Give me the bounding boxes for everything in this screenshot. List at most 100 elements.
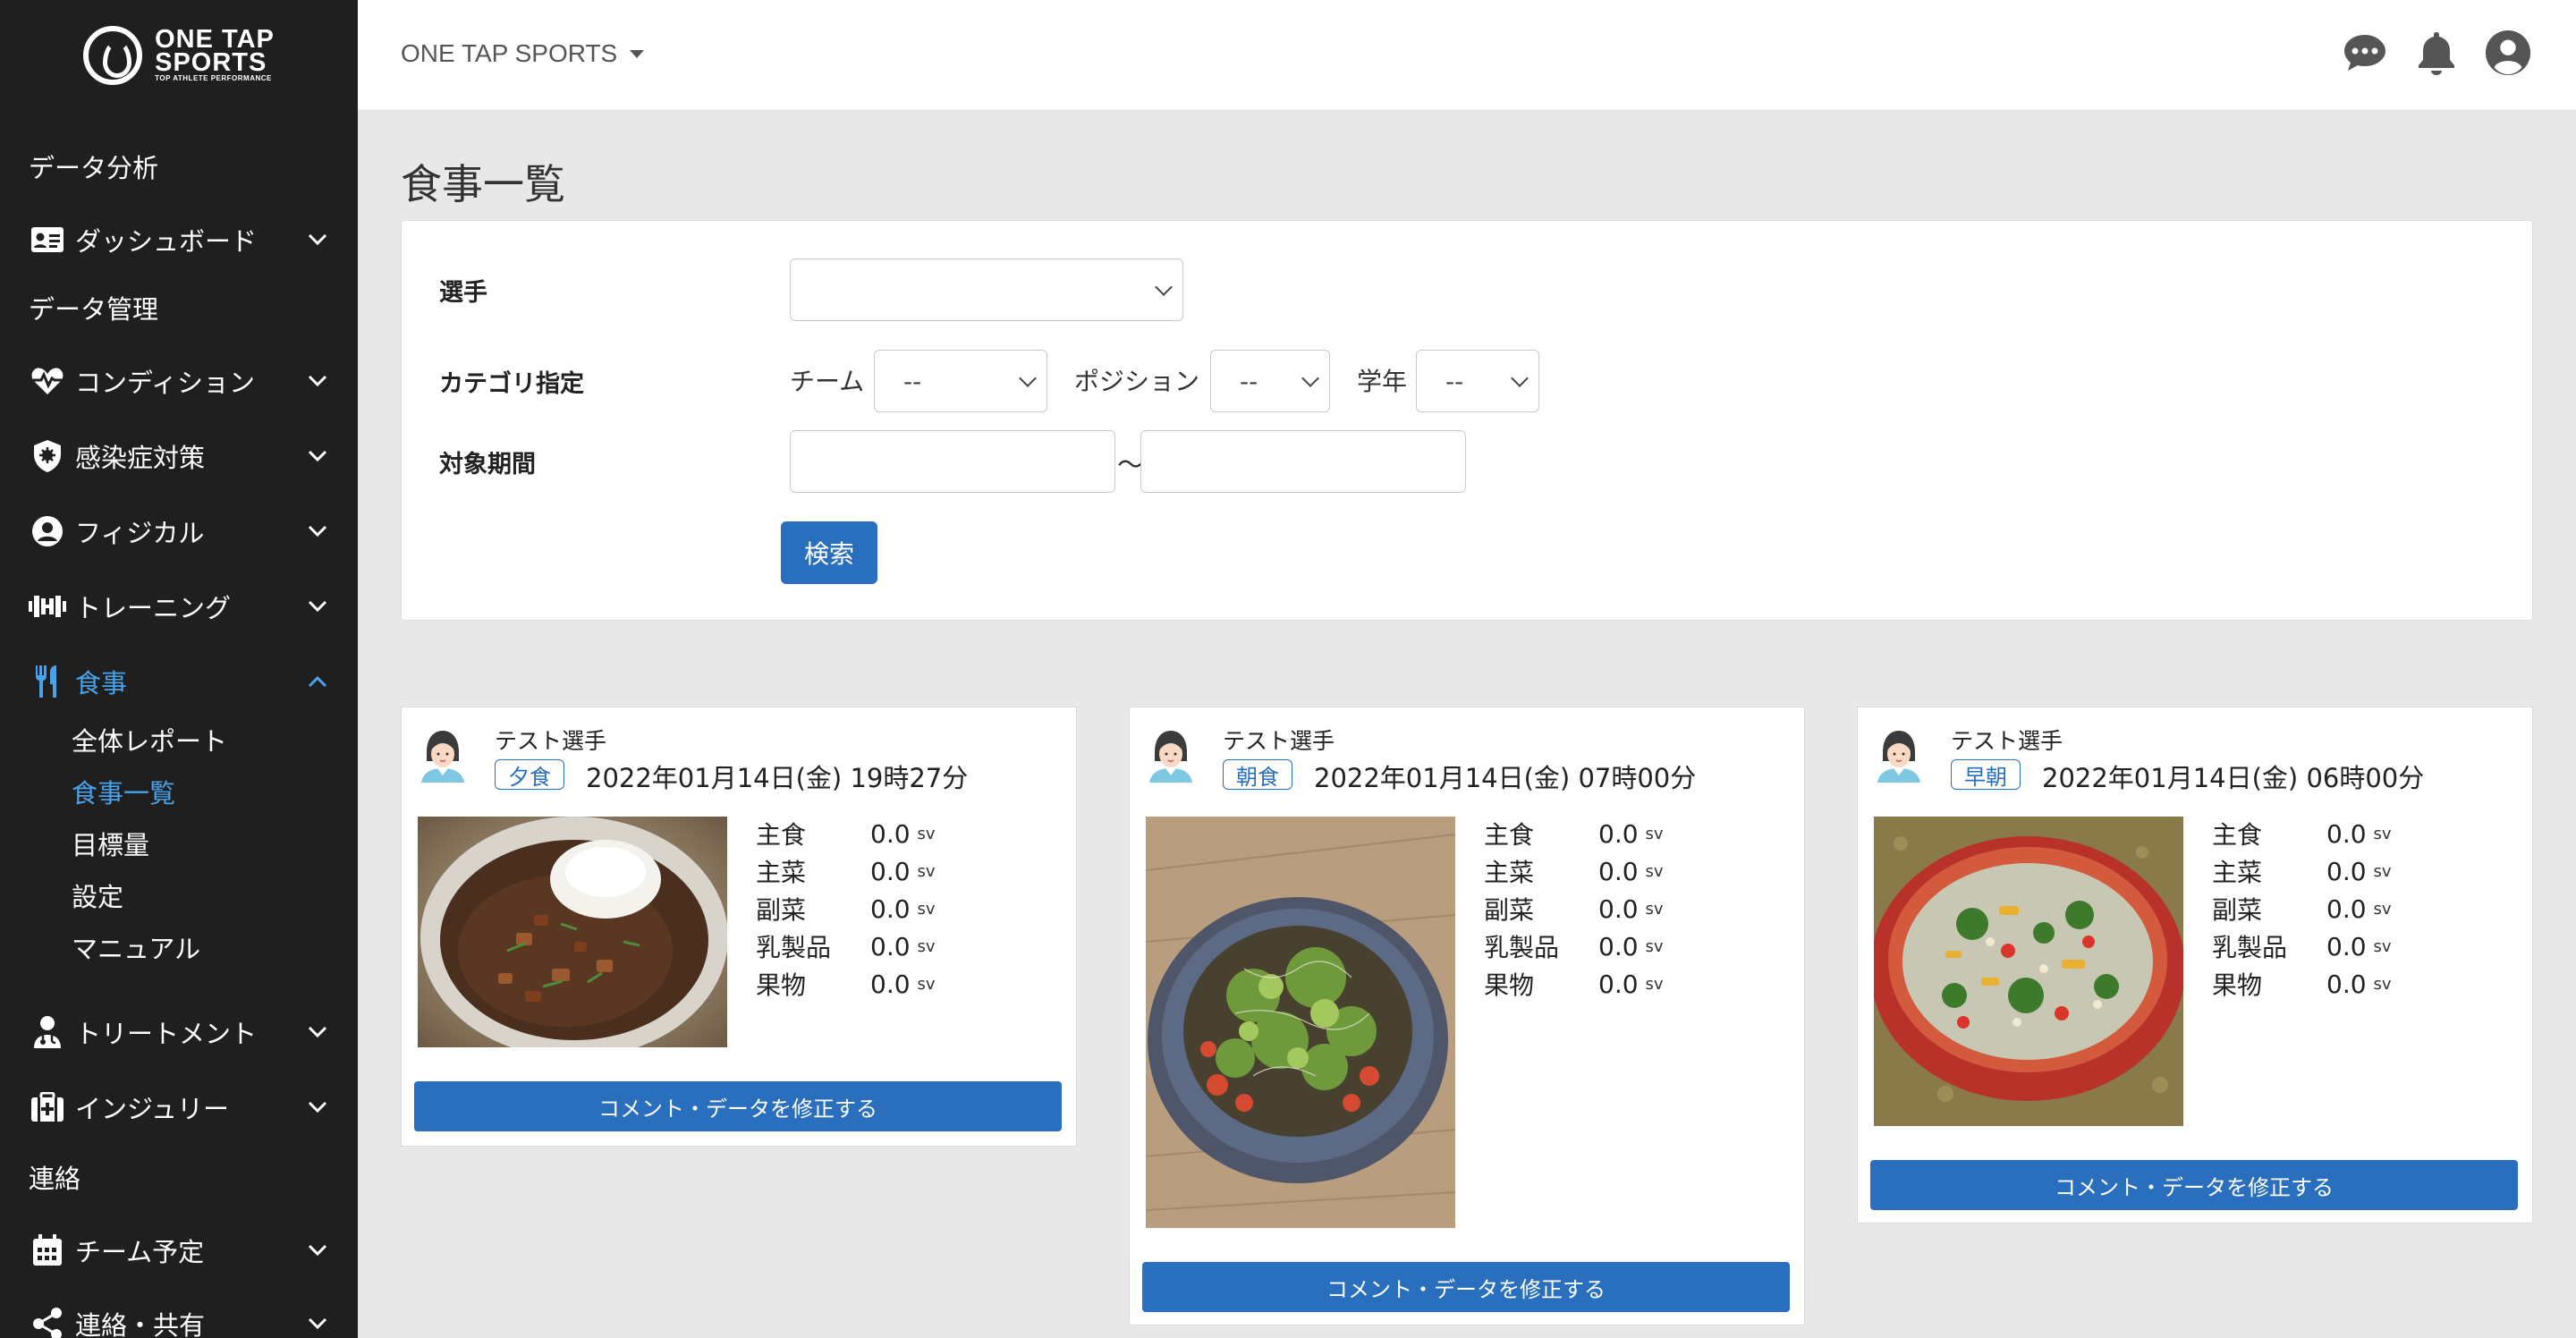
sidebar-item-label: 食事 — [75, 668, 128, 699]
logo-line-2: SPORTS — [155, 48, 267, 77]
nutrient-list: 主食 0.0 sv 主菜 0.0 sv 副菜 0.0 sv 乳製品 0.0 sv 果物 0.0 sv — [756, 815, 936, 1003]
chat-icon[interactable] — [2342, 27, 2388, 79]
utensils-icon — [29, 663, 66, 700]
edit-comment-data-button[interactable]: コメント・データを修正する — [1870, 1160, 2518, 1210]
nutrient-row: 主食 0.0 sv — [756, 818, 936, 851]
nutrient-row: 乳製品 0.0 sv — [1484, 931, 1664, 963]
sidebar-item-label: ダッシュボード — [75, 226, 258, 257]
meal-card: テスト選手 夕食 2022年01月14日(金) 19時27分 主食 0.0 sv 主… — [401, 707, 1077, 1147]
chevron-down-icon — [304, 226, 331, 253]
chevron-down-icon — [1155, 278, 1173, 296]
sidebar-subitem-settings[interactable]: 設定 — [72, 876, 123, 914]
sidebar-item-share[interactable]: 連絡・共有 — [0, 1304, 358, 1338]
sidebar-item-dashboard[interactable]: ダッシュボード — [0, 220, 358, 259]
sidebar-item-label: データ管理 — [29, 294, 159, 325]
nutrient-row: 副菜 0.0 sv — [2212, 893, 2392, 926]
sidebar-item-label: 連絡 — [29, 1164, 81, 1194]
position-select[interactable]: -- — [1210, 350, 1330, 412]
soba-salad-photo[interactable] — [1146, 817, 1455, 1228]
team-dropdown-label: ONE TAP SPORTS — [401, 39, 618, 67]
user-circle-icon — [29, 512, 66, 550]
sidebar: ONE TAP SPORTS TOP ATHLETE PERFORMANCE デ… — [0, 0, 358, 1338]
player-select[interactable] — [790, 258, 1183, 321]
sidebar-item-label: フィジカル — [75, 518, 205, 548]
nutrient-row: 副菜 0.0 sv — [756, 893, 936, 926]
player-label: 選手 — [439, 279, 487, 307]
id-card-icon — [29, 221, 66, 258]
sidebar-item-contact[interactable]: 連絡 — [0, 1157, 358, 1197]
sidebar-item-physical[interactable]: フィジカル — [0, 512, 358, 551]
nutrient-row: 主菜 0.0 sv — [756, 856, 936, 888]
position-label: ポジション — [1074, 367, 1200, 396]
edit-comment-data-button[interactable]: コメント・データを修正する — [1142, 1262, 1790, 1312]
team-label: チーム — [790, 367, 865, 396]
sidebar-item-label: 連絡・共有 — [75, 1310, 206, 1338]
player-name: テスト選手 — [1223, 728, 1335, 754]
heart-pulse-icon — [29, 362, 66, 400]
sidebar-item-training[interactable]: トレーニング — [0, 587, 358, 626]
sidebar-item-data-analysis[interactable]: データ分析 — [0, 147, 358, 186]
sidebar-item-label: チーム予定 — [75, 1237, 205, 1267]
meal-datetime: 2022年01月14日(金) 07時00分 — [1314, 763, 1697, 793]
curry-rice-photo[interactable] — [418, 817, 727, 1047]
search-panel: 選手 カテゴリ指定 チーム -- ポジション -- 学年 -- 対象期間 〜 検… — [401, 220, 2533, 621]
chevron-down-icon — [304, 1310, 331, 1337]
salad-bowl-photo[interactable] — [1874, 817, 2183, 1126]
sidebar-subitem-overall-report[interactable]: 全体レポート — [72, 721, 227, 758]
sidebar-item-team-schedule[interactable]: チーム予定 — [0, 1231, 358, 1270]
nutrient-row: 主菜 0.0 sv — [2212, 856, 2392, 888]
meal-datetime: 2022年01月14日(金) 06時00分 — [2042, 763, 2425, 793]
team-select[interactable]: -- — [874, 350, 1047, 412]
team-dropdown[interactable]: ONE TAP SPORTS — [401, 39, 645, 68]
nutrient-row: 乳製品 0.0 sv — [756, 931, 936, 963]
meal-datetime: 2022年01月14日(金) 19時27分 — [586, 763, 969, 793]
meal-type-badge: 朝食 — [1223, 759, 1292, 790]
app-logo[interactable]: ONE TAP SPORTS TOP ATHLETE PERFORMANCE — [0, 0, 358, 111]
position-select-value: -- — [1240, 366, 1258, 396]
sidebar-item-meals[interactable]: 食事 — [0, 662, 358, 701]
chevron-down-icon — [304, 443, 331, 470]
player-avatar — [1870, 725, 1928, 783]
nutrient-row: 副菜 0.0 sv — [1484, 893, 1664, 926]
player-avatar — [414, 725, 471, 783]
search-button[interactable]: 検索 — [781, 521, 877, 584]
sidebar-subitem-targets[interactable]: 目標量 — [72, 825, 149, 862]
period-end-input[interactable] — [1140, 430, 1466, 493]
chevron-down-icon — [304, 368, 331, 394]
sidebar-item-injury[interactable]: インジュリー — [0, 1088, 358, 1127]
sidebar-subitem-manual[interactable]: マニュアル — [72, 928, 200, 966]
caret-down-icon — [630, 49, 645, 58]
grade-select[interactable]: -- — [1416, 350, 1539, 412]
period-start-input[interactable] — [790, 430, 1115, 493]
account-icon[interactable] — [2485, 27, 2531, 79]
bell-icon[interactable] — [2413, 27, 2460, 79]
grade-select-value: -- — [1445, 366, 1464, 396]
sidebar-item-treatment[interactable]: トリートメント — [0, 1012, 358, 1052]
edit-comment-data-button[interactable]: コメント・データを修正する — [414, 1081, 1062, 1131]
sidebar-item-infection-control[interactable]: 感染症対策 — [0, 436, 358, 476]
dumbbell-icon — [29, 588, 66, 625]
chevron-down-icon — [304, 1094, 331, 1121]
chevron-down-icon — [1511, 369, 1529, 387]
first-aid-icon — [29, 1088, 66, 1126]
sidebar-subitem-meal-list[interactable]: 食事一覧 — [72, 773, 175, 810]
chevron-down-icon — [1301, 369, 1319, 387]
sidebar-item-label: コンディション — [75, 368, 255, 398]
player-name: テスト選手 — [1951, 728, 2063, 754]
chevron-up-icon — [304, 668, 331, 695]
page-title: 食事一覧 — [401, 160, 565, 208]
meal-type-badge: 早朝 — [1951, 759, 2021, 790]
virus-shield-icon — [29, 437, 66, 475]
chevron-down-icon — [304, 518, 331, 545]
chevron-down-icon — [304, 1019, 331, 1046]
team-select-value: -- — [903, 366, 922, 396]
category-label: カテゴリ指定 — [439, 370, 584, 398]
player-avatar — [1142, 725, 1199, 783]
logo-tagline: TOP ATHLETE PERFORMANCE — [155, 74, 272, 82]
sidebar-item-condition[interactable]: コンディション — [0, 361, 358, 401]
nutrient-row: 主食 0.0 sv — [1484, 818, 1664, 851]
nutrient-row: 主食 0.0 sv — [2212, 818, 2392, 851]
sidebar-item-data-management[interactable]: データ管理 — [0, 288, 358, 327]
meal-type-badge: 夕食 — [495, 759, 564, 790]
nutrient-list: 主食 0.0 sv 主菜 0.0 sv 副菜 0.0 sv 乳製品 0.0 sv 果物 0.0 sv — [2212, 815, 2392, 1003]
